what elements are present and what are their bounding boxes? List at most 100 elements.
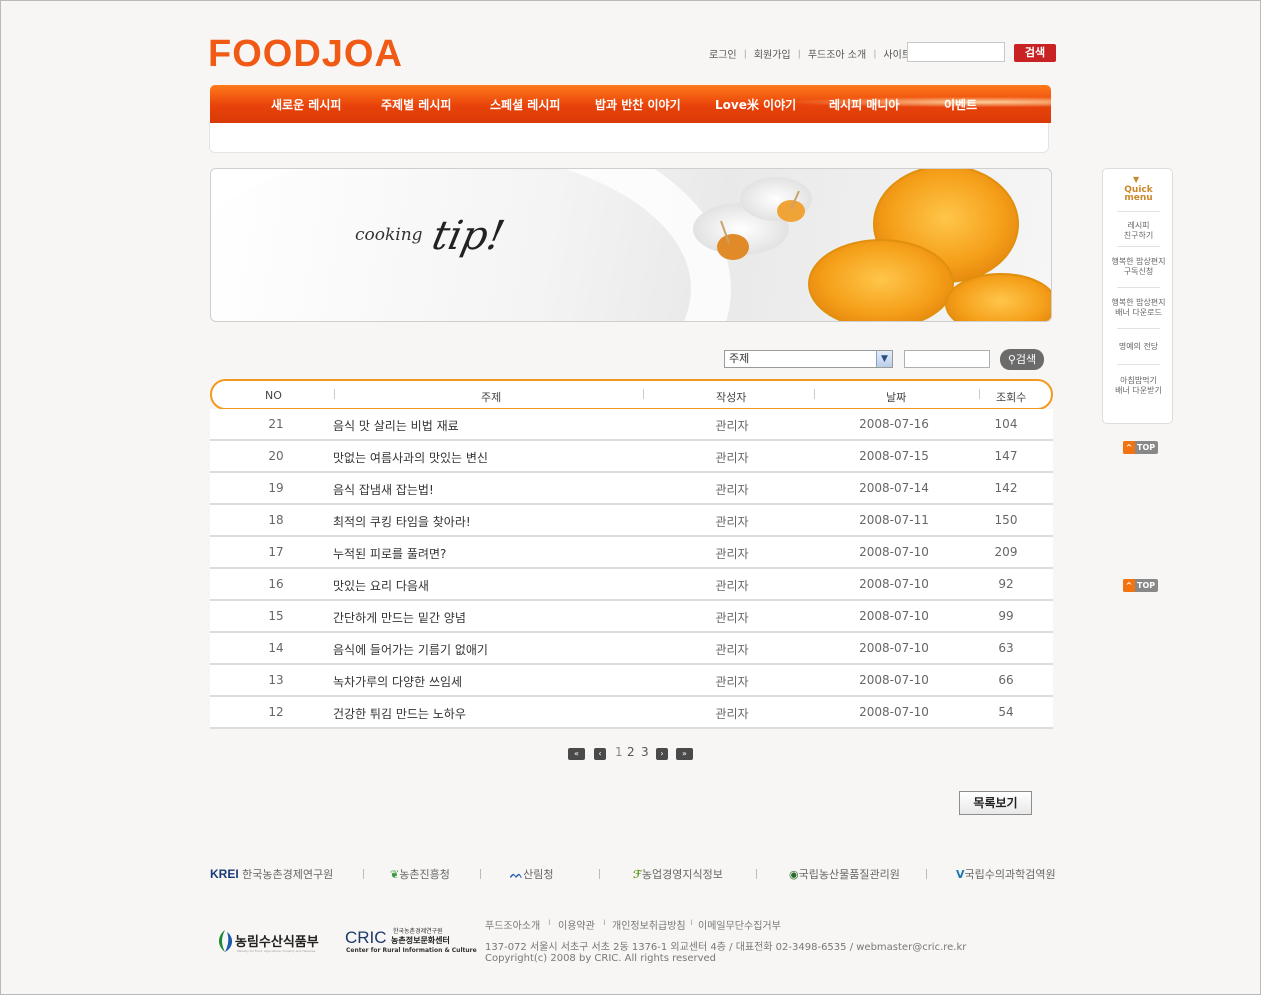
row-views: 99 [998, 609, 1014, 623]
row-views: 150 [994, 513, 1018, 527]
site-logo[interactable]: FOODJOA [208, 33, 403, 76]
row-views: 63 [998, 641, 1014, 655]
agri-leaf-icon: ℱ [633, 868, 642, 881]
row-no: 21 [268, 417, 284, 431]
row-title-link[interactable]: 녹차가루의 다양한 쓰임세 [333, 673, 462, 690]
row-no: 15 [268, 609, 284, 623]
top-button[interactable]: ^ TOP [1123, 441, 1158, 454]
arrow-up-icon: ^ [1123, 441, 1135, 454]
quick-recipe-friend[interactable]: 레시피 친구하기 [1103, 221, 1174, 241]
nav-rice-story[interactable]: 밥과 반찬 이야기 [595, 96, 681, 113]
last-page-icon[interactable]: » [676, 748, 693, 760]
v-emblem-icon: V [956, 868, 965, 881]
row-title-link[interactable]: 누적된 피로를 풀려면? [333, 545, 446, 562]
quick-newsletter-subscribe[interactable]: 행복한 밥상편지 구독신청 [1103, 257, 1174, 277]
row-no: 13 [268, 673, 284, 687]
cric-logo: CRIC 한국농촌경제연구원 농촌정보문화센터 Center for Rural… [345, 928, 477, 954]
util-links: 로그인 ㅣ 회원가입 ㅣ 푸드조아 소개 ㅣ 사이트맵 [709, 50, 921, 61]
footer-email-refuse-link[interactable]: 이메일무단수집거부 [698, 917, 781, 932]
partner-naqs[interactable]: ◉국립농산물품질관리원 [789, 866, 900, 882]
nav-new-recipe[interactable]: 새로운 레시피 [271, 96, 341, 113]
page-3[interactable]: 3 [641, 745, 649, 759]
row-title-link[interactable]: 최적의 쿠킹 타임을 찾아라! [333, 513, 471, 530]
search-button[interactable]: ⚲검색 [1000, 349, 1044, 370]
row-author: 관리자 [715, 579, 749, 593]
quick-menu: ▼ Quick menu 레시피 친구하기 행복한 밥상편지 구독신청 행복한 밥상편… [1102, 168, 1173, 424]
krei-logo-text: KREI [210, 867, 239, 881]
row-date: 2008-07-10 [859, 609, 929, 623]
row-no: 18 [268, 513, 284, 527]
row-title-link[interactable]: 맛있는 요리 다음새 [333, 577, 429, 594]
partner-rda[interactable]: ❦농촌진흥청 [390, 866, 450, 882]
row-views: 54 [998, 705, 1014, 719]
row-author: 관리자 [715, 515, 749, 529]
cooking-tip-banner: cooking tip! [210, 168, 1052, 322]
nav-event[interactable]: 이벤트 [944, 96, 977, 113]
top-button-2[interactable]: ^ TOP [1123, 579, 1158, 592]
banner-tip-text: tip! [428, 213, 509, 259]
partner-forest[interactable]: ᨓ산림청 [510, 866, 554, 882]
search-icon: ⚲ [1007, 353, 1016, 366]
row-date: 2008-07-10 [859, 577, 929, 591]
row-title-link[interactable]: 간단하게 만드는 밑간 양념 [333, 609, 466, 626]
table-header [210, 379, 1053, 410]
row-author: 관리자 [715, 707, 749, 721]
row-author: 관리자 [715, 419, 749, 433]
footer-terms-link[interactable]: 이용약관 [558, 917, 595, 932]
signup-link[interactable]: 회원가입 [754, 50, 791, 61]
page-1[interactable]: 1 [615, 745, 623, 759]
about-link[interactable]: 푸드조아 소개 [808, 50, 866, 61]
food-illustration [693, 169, 1051, 321]
nav-recipe-mania[interactable]: 레시피 매니아 [829, 96, 899, 113]
row-author: 관리자 [715, 675, 749, 689]
row-title-link[interactable]: 음식에 들어가는 기름기 없애기 [333, 641, 488, 658]
search-input[interactable] [904, 350, 990, 368]
page-2[interactable]: 2 [627, 745, 635, 759]
row-no: 16 [268, 577, 284, 591]
row-views: 66 [998, 673, 1014, 687]
row-author: 관리자 [715, 643, 749, 657]
top-search-button[interactable]: 검색 [1014, 44, 1056, 62]
circle-emblem-icon: ◉ [789, 868, 799, 881]
partner-krei[interactable]: KREI 한국농촌경제연구원 [210, 866, 333, 882]
next-page-icon[interactable]: › [656, 748, 668, 760]
leaf-icon: ❦ [390, 868, 400, 881]
col-author: 작성자 [716, 391, 747, 404]
login-link[interactable]: 로그인 [709, 50, 737, 61]
row-views: 147 [994, 449, 1018, 463]
row-title-link[interactable]: 건강한 튀김 만드는 노하우 [333, 705, 466, 722]
row-author: 관리자 [715, 611, 749, 625]
quick-hall-of-fame[interactable]: 명예의 전당 [1103, 342, 1174, 352]
footer-about-link[interactable]: 푸드조아소개 [485, 917, 540, 932]
quick-banner-download[interactable]: 행복한 밥상편지 배너 다운로드 [1103, 298, 1174, 318]
arrow-up-icon: ^ [1123, 579, 1135, 592]
row-author: 관리자 [715, 451, 749, 465]
banner-cooking-text: cooking [355, 225, 423, 245]
partner-agrix[interactable]: ℱ농업경영지식정보 [633, 866, 723, 882]
top-search-input[interactable] [907, 42, 1005, 62]
row-title-link[interactable]: 음식 맛 살리는 비법 재료 [333, 417, 459, 434]
row-title-link[interactable]: 음식 잡냄새 잡는법! [333, 481, 434, 498]
row-title-link[interactable]: 맛없는 여름사과의 맛있는 변신 [333, 449, 488, 466]
row-author: 관리자 [715, 547, 749, 561]
prev-page-icon[interactable]: ‹ [594, 748, 606, 760]
nav-love-rice[interactable]: Love米 이야기 [715, 96, 796, 113]
row-views: 104 [994, 417, 1018, 431]
chevron-down-icon[interactable]: ▼ [876, 351, 892, 367]
quick-breakfast-banner[interactable]: 아침밥먹기 배너 다운받기 [1103, 376, 1174, 396]
row-date: 2008-07-16 [859, 417, 929, 431]
row-date: 2008-07-10 [859, 545, 929, 559]
col-title: 주제 [481, 391, 502, 404]
list-view-button[interactable]: 목록보기 [959, 791, 1032, 815]
quick-menu-title: Quick menu [1124, 185, 1153, 203]
first-page-icon[interactable]: « [568, 748, 585, 760]
search-field-select[interactable]: 주제 ▼ [724, 350, 893, 368]
mifaff-logo: 농림수산식품부 Ministry for Food, Agriculture, … [215, 926, 325, 962]
nav-topic-recipe[interactable]: 주제별 레시피 [381, 96, 451, 113]
partner-nvrqs[interactable]: V국립수의과학검역원 [956, 866, 1056, 882]
footer-privacy-link[interactable]: 개인정보취급방침 [612, 917, 686, 932]
row-no: 19 [268, 481, 284, 495]
nav-special-recipe[interactable]: 스페셜 레시피 [490, 96, 560, 113]
footer-address: 137-072 서울시 서초구 서초 2동 1376-1 외교센터 4층 / 대… [485, 942, 967, 953]
col-views: 조회수 [996, 391, 1027, 404]
